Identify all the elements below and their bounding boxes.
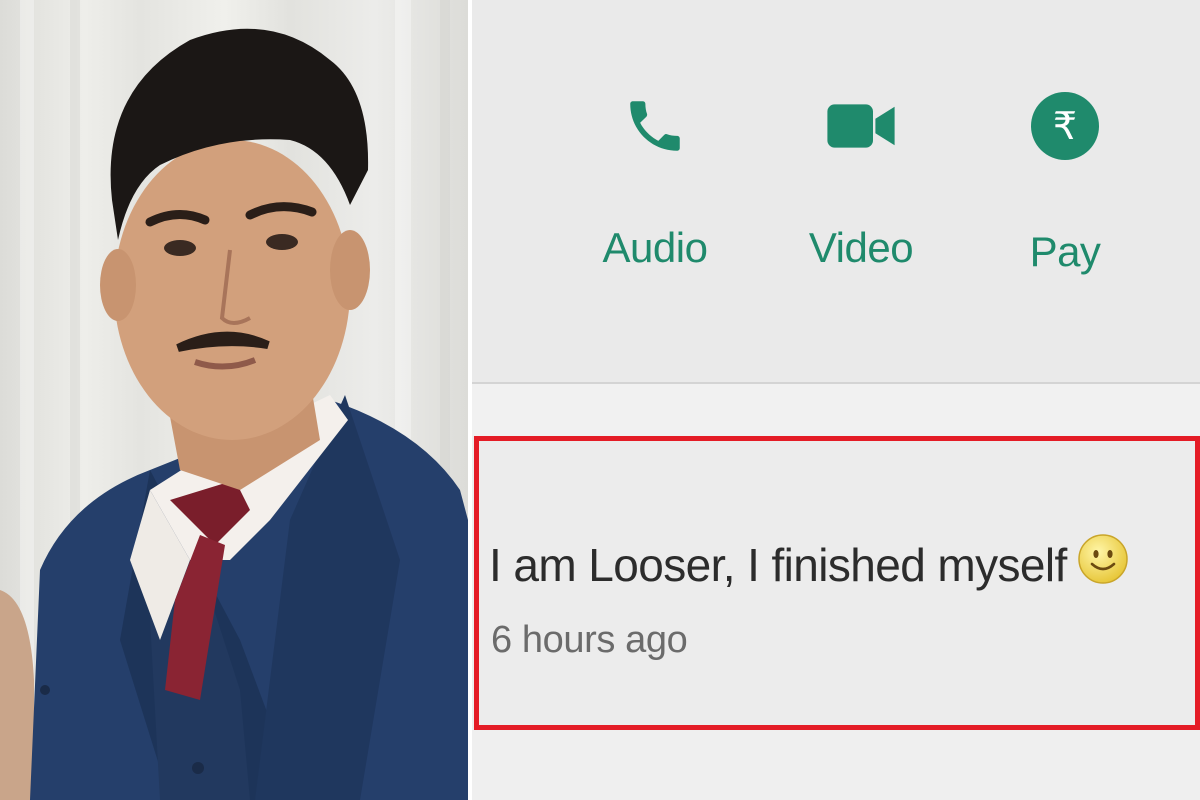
status-message: I am Looser, I finished myself (489, 533, 1129, 596)
bottom-section (472, 730, 1200, 800)
smiley-face-icon (1077, 533, 1129, 596)
video-call-button[interactable]: Video (786, 76, 936, 272)
rupee-icon: ₹ (1031, 92, 1099, 160)
contact-actions-card: Audio Video ₹ Pay (472, 0, 1200, 384)
portrait-photo (0, 0, 468, 800)
video-label: Video (808, 224, 914, 271)
status-timestamp: 6 hours ago (491, 619, 688, 661)
pay-button[interactable]: ₹ Pay (990, 76, 1140, 276)
status-about-highlight: I am Looser, I finished myself 6 hours a… (474, 436, 1200, 730)
rupee-symbol: ₹ (1053, 104, 1077, 148)
audio-label: Audio (602, 224, 708, 271)
section-gap (472, 384, 1200, 436)
phone-icon (630, 101, 680, 151)
contact-info-screen: Audio Video ₹ Pay I am Looser, I finishe… (472, 0, 1200, 800)
status-message-text: I am Looser, I finished myself (489, 538, 1067, 591)
audio-call-button[interactable]: Audio (580, 76, 730, 272)
portrait-illustration (0, 0, 468, 800)
pay-label: Pay (1029, 228, 1101, 275)
video-camera-icon (827, 104, 895, 148)
